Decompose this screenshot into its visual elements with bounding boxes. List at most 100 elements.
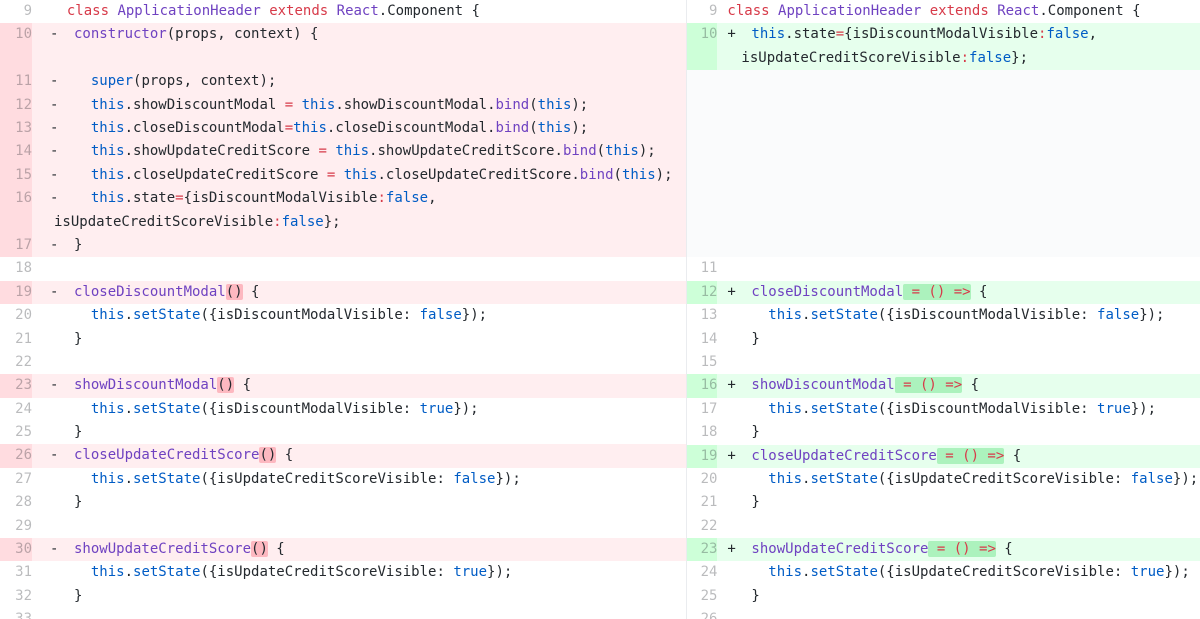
- diff-line-deleted: 14 - this.showUpdateCreditScore = this.s…: [0, 140, 687, 164]
- line-number[interactable]: 25: [0, 421, 32, 444]
- line-number[interactable]: 20: [0, 304, 32, 327]
- code-line: this.setState({isUpdateCreditScoreVisibl…: [90, 564, 513, 581]
- code-line: }: [74, 424, 83, 441]
- diff-line: 20 this.setState({isDiscountModalVisible…: [0, 304, 686, 327]
- code-line: this.setState({isUpdateCreditScoreVisibl…: [90, 470, 521, 487]
- line-number[interactable]: 19: [0, 280, 32, 305]
- diff-line: 24 this.setState({isDiscountModalVisible…: [0, 398, 686, 421]
- code-line: - constructor(props, context) {: [50, 26, 319, 43]
- code-line: }: [751, 587, 760, 604]
- diff-pane-new: 9 class ApplicationHeader extends React.…: [686, 0, 1200, 619]
- line-number[interactable]: 10: [687, 23, 718, 71]
- code-line: + showDiscountModal = () => {: [727, 377, 980, 394]
- code-line: + closeUpdateCreditScore = () => {: [727, 447, 1022, 464]
- code-line: }: [751, 494, 760, 511]
- code-line-wrap: isUpdateCreditScoreVisible:false};: [54, 213, 341, 230]
- line-number[interactable]: 24: [0, 398, 32, 421]
- diff-line-added: 12 + closeDiscountModal = () => {: [687, 280, 1200, 305]
- code-line: + closeDiscountModal = () => {: [727, 283, 988, 300]
- line-number[interactable]: 22: [0, 351, 32, 374]
- code-line: }: [74, 330, 83, 347]
- line-number[interactable]: 11: [0, 70, 32, 94]
- code-line: }: [751, 330, 760, 347]
- line-number[interactable]: 26: [687, 608, 718, 619]
- diff-line: 15: [687, 351, 1200, 374]
- code-line: - this.showUpdateCreditScore = this.show…: [50, 143, 656, 160]
- line-number[interactable]: 27: [0, 468, 32, 491]
- line-number[interactable]: 25: [687, 585, 718, 608]
- line-number[interactable]: 17: [0, 233, 32, 258]
- line-number[interactable]: 29: [0, 515, 32, 538]
- line-number[interactable]: 23: [687, 538, 718, 562]
- diff-filler: [687, 70, 1200, 258]
- line-number[interactable]: 18: [0, 257, 32, 280]
- code-line: class ApplicationHeader extends React.Co…: [66, 3, 480, 19]
- code-line: - this.state={isDiscountModalVisible:fal…: [50, 190, 437, 207]
- line-number[interactable]: 9: [687, 0, 717, 23]
- diff-line: 32 }: [0, 585, 686, 608]
- diff-line-deleted: 16 - this.state={isDiscountModalVisible:…: [0, 187, 687, 234]
- diff-line-added: 23 + showUpdateCreditScore = () => {: [687, 538, 1200, 562]
- code-line: - this.showDiscountModal = this.showDisc…: [50, 96, 589, 113]
- line-number[interactable]: 17: [687, 398, 718, 421]
- line-number[interactable]: 11: [687, 257, 718, 280]
- line-number[interactable]: 13: [0, 116, 32, 141]
- code-line: }: [74, 494, 83, 511]
- split-diff-view: 9 class ApplicationHeader extends React.…: [0, 0, 1200, 619]
- line-number[interactable]: 18: [687, 421, 718, 444]
- line-number[interactable]: 14: [687, 328, 718, 351]
- line-number[interactable]: 19: [687, 444, 718, 468]
- line-number[interactable]: 22: [687, 515, 718, 538]
- diff-line: 9 class ApplicationHeader extends React.…: [0, 0, 686, 23]
- code-line: - super(props, context);: [50, 73, 277, 90]
- code-line: - this.closeUpdateCreditScore = this.clo…: [50, 166, 673, 183]
- line-number[interactable]: 16: [0, 187, 32, 234]
- line-number[interactable]: 32: [0, 585, 32, 608]
- line-number[interactable]: 13: [687, 304, 718, 327]
- diff-line-deleted: 23 - showDiscountModal() {: [0, 374, 687, 398]
- line-number[interactable]: 12: [0, 93, 32, 117]
- code-line: - this.closeDiscountModal=this.closeDisc…: [50, 119, 589, 136]
- diff-line: 17 this.setState({isDiscountModalVisible…: [687, 398, 1200, 421]
- code-line: - closeUpdateCreditScore() {: [50, 447, 294, 464]
- line-number[interactable]: 33: [0, 608, 32, 619]
- diff-line: 24 this.setState({isUpdateCreditScoreVis…: [687, 561, 1200, 584]
- code-line: this.setState({isDiscountModalVisible: f…: [90, 307, 488, 324]
- code-line-wrap: isUpdateCreditScoreVisible:false};: [741, 49, 1029, 66]
- diff-line: 33: [0, 608, 686, 619]
- diff-line: 18 }: [687, 421, 1200, 444]
- code-line: + this.state={isDiscountModalVisible:fals…: [727, 26, 1098, 43]
- diff-line-deleted: 15 - this.closeUpdateCreditScore = this.…: [0, 163, 687, 188]
- diff-line-deleted: 26 - closeUpdateCreditScore() {: [0, 444, 687, 468]
- line-number[interactable]: 16: [687, 374, 718, 398]
- diff-line: 25 }: [0, 421, 686, 444]
- line-number[interactable]: 31: [0, 561, 32, 584]
- line-number[interactable]: 21: [687, 491, 718, 514]
- line-number[interactable]: 21: [0, 328, 32, 351]
- line-number[interactable]: 15: [687, 351, 718, 374]
- diff-line: 18: [0, 257, 686, 280]
- code-line: + showUpdateCreditScore = () => {: [727, 541, 1013, 558]
- code-line: this.setState({isDiscountModalVisible: t…: [768, 400, 1157, 417]
- line-number[interactable]: 9: [0, 0, 32, 23]
- diff-line: 20 this.setState({isUpdateCreditScoreVis…: [687, 468, 1200, 491]
- diff-line-deleted: 10 - constructor(props, context) {: [0, 23, 687, 71]
- diff-line: 25 }: [687, 585, 1200, 608]
- line-number[interactable]: 30: [0, 538, 32, 562]
- diff-line: 22: [687, 515, 1200, 538]
- line-number[interactable]: 10: [0, 23, 32, 71]
- diff-line-added: 10 + this.state={isDiscountModalVisible:f…: [687, 23, 1200, 71]
- line-number[interactable]: 20: [687, 468, 718, 491]
- code-line: this.setState({isUpdateCreditScoreVisibl…: [768, 470, 1199, 487]
- diff-line: 31 this.setState({isUpdateCreditScoreVis…: [0, 561, 686, 584]
- diff-line-deleted: 17 -}: [0, 233, 687, 258]
- line-number[interactable]: 15: [0, 163, 32, 188]
- code-line: - showUpdateCreditScore() {: [50, 541, 285, 558]
- line-number[interactable]: 14: [0, 140, 32, 164]
- line-number[interactable]: 28: [0, 491, 32, 514]
- line-number[interactable]: 12: [687, 280, 718, 305]
- line-number[interactable]: 26: [0, 444, 32, 468]
- code-line: this.setState({isUpdateCreditScoreVisibl…: [768, 564, 1190, 581]
- line-number[interactable]: 24: [687, 561, 718, 584]
- line-number[interactable]: 23: [0, 374, 32, 398]
